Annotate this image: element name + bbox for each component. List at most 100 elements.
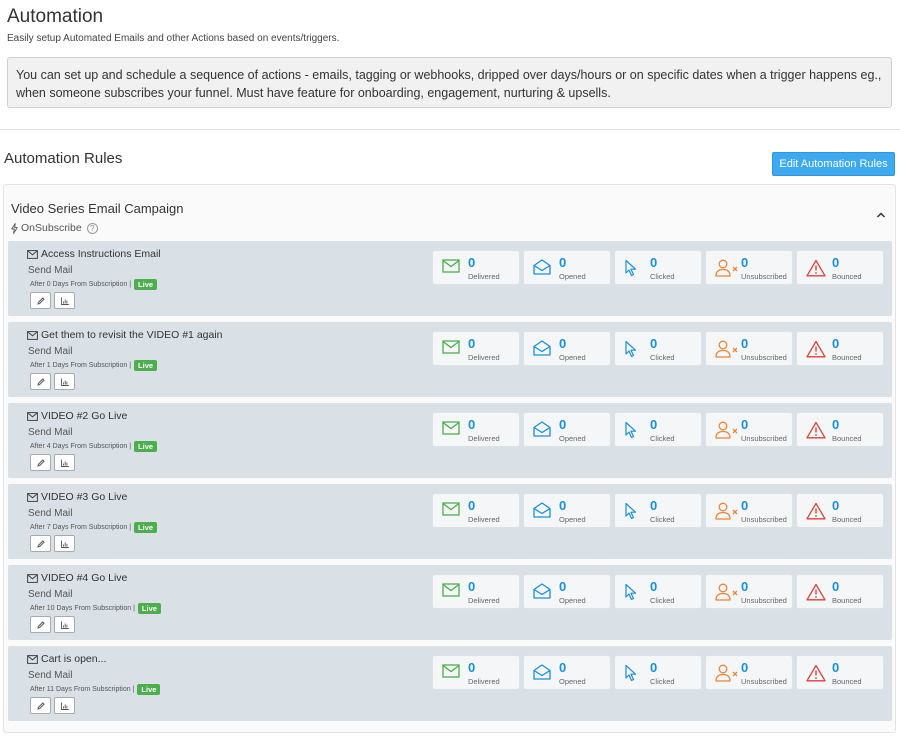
stat-delivered[interactable]: 0 Delivered (432, 493, 520, 528)
envelope-open-icon (533, 259, 551, 275)
stat-value: 0 (832, 336, 840, 351)
rule-report-button[interactable] (54, 616, 75, 633)
stat-bounced[interactable]: 0 Bounced (796, 574, 884, 609)
stat-value: 0 (468, 417, 476, 432)
rule-action: Send Mail (28, 670, 73, 681)
stat-opened[interactable]: 0 Opened (523, 493, 611, 528)
stat-label: Delivered (468, 515, 500, 524)
edit-rule-button[interactable] (30, 373, 51, 390)
stat-value: 0 (468, 660, 476, 675)
stat-opened[interactable]: 0 Opened (523, 412, 611, 447)
stat-delivered[interactable]: 0 Delivered (432, 412, 520, 447)
stat-label: Unsubscribed (741, 434, 787, 443)
stat-bounced[interactable]: 0 Bounced (796, 412, 884, 447)
edit-automation-rules-button[interactable]: Edit Automation Rules (772, 152, 895, 176)
rule-report-button[interactable] (54, 292, 75, 309)
stat-unsubscribed[interactable]: 0 Unsubscribed (705, 250, 793, 285)
stat-opened[interactable]: 0 Opened (523, 331, 611, 366)
automation-rule-6: Cart is open... Send Mail After 11 Days … (8, 646, 892, 721)
rule-schedule: After 0 Days From Subscription | Live (30, 279, 158, 290)
stat-opened[interactable]: 0 Opened (523, 655, 611, 690)
rule-schedule: After 10 Days From Subscription | Live (30, 603, 161, 614)
rule-report-button[interactable] (54, 373, 75, 390)
edit-rule-button[interactable] (30, 616, 51, 633)
stat-label: Bounced (832, 677, 862, 686)
envelope-icon (27, 249, 38, 259)
stat-unsubscribed[interactable]: 0 Unsubscribed (705, 574, 793, 609)
edit-rule-button[interactable] (30, 535, 51, 552)
rule-schedule: After 7 Days From Subscription | Live (30, 522, 158, 533)
status-badge: Live (134, 360, 158, 371)
help-icon[interactable]: ? (86, 222, 98, 234)
stat-value: 0 (650, 579, 658, 594)
stat-value: 0 (741, 255, 749, 270)
campaign-title: Video Series Email Campaign (11, 201, 184, 216)
rule-action: Send Mail (28, 427, 73, 438)
stat-label: Unsubscribed (741, 515, 787, 524)
stat-opened[interactable]: 0 Opened (523, 574, 611, 609)
stat-label: Delivered (468, 677, 500, 686)
divider (0, 129, 900, 130)
stat-label: Opened (559, 434, 586, 443)
rule-title-text: Get them to revisit the VIDEO #1 again (41, 329, 223, 341)
stat-delivered[interactable]: 0 Delivered (432, 574, 520, 609)
envelope-icon (27, 492, 38, 502)
stat-value: 0 (832, 498, 840, 513)
stat-value: 0 (559, 255, 567, 270)
pencil-icon (36, 296, 45, 305)
user-remove-icon (715, 259, 738, 277)
stat-unsubscribed[interactable]: 0 Unsubscribed (705, 493, 793, 528)
envelope-open-icon (533, 583, 551, 599)
user-remove-icon (715, 340, 738, 358)
stat-clicked[interactable]: 0 Clicked (614, 250, 702, 285)
stat-label: Opened (559, 353, 586, 362)
stat-clicked[interactable]: 0 Clicked (614, 655, 702, 690)
rule-report-button[interactable] (54, 535, 75, 552)
bar-chart-icon (60, 540, 69, 548)
stat-delivered[interactable]: 0 Delivered (432, 655, 520, 690)
stat-clicked[interactable]: 0 Clicked (614, 412, 702, 447)
automation-rule-4: VIDEO #3 Go Live Send Mail After 7 Days … (8, 484, 892, 559)
stat-bounced[interactable]: 0 Bounced (796, 655, 884, 690)
cursor-icon (625, 502, 637, 520)
rule-report-button[interactable] (54, 454, 75, 471)
page-title: Automation (7, 6, 104, 27)
warning-icon (806, 421, 826, 439)
rule-schedule: After 4 Days From Subscription | Live (30, 441, 158, 452)
stat-bounced[interactable]: 0 Bounced (796, 331, 884, 366)
envelope-icon (27, 573, 38, 583)
stat-delivered[interactable]: 0 Delivered (432, 331, 520, 366)
rule-action: Send Mail (28, 508, 73, 519)
stat-unsubscribed[interactable]: 0 Unsubscribed (705, 655, 793, 690)
chevron-up-icon[interactable] (876, 211, 886, 219)
rule-title-text: VIDEO #2 Go Live (41, 410, 128, 422)
automation-rule-2: Get them to revisit the VIDEO #1 again S… (8, 322, 892, 397)
stat-clicked[interactable]: 0 Clicked (614, 574, 702, 609)
status-badge: Live (134, 522, 158, 533)
stat-label: Unsubscribed (741, 353, 787, 362)
bar-chart-icon (60, 702, 69, 710)
rule-report-button[interactable] (54, 697, 75, 714)
stat-bounced[interactable]: 0 Bounced (796, 250, 884, 285)
stat-value: 0 (832, 660, 840, 675)
stat-bounced[interactable]: 0 Bounced (796, 493, 884, 528)
edit-rule-button[interactable] (30, 292, 51, 309)
envelope-icon (27, 411, 38, 421)
stat-unsubscribed[interactable]: 0 Unsubscribed (705, 331, 793, 366)
stat-clicked[interactable]: 0 Clicked (614, 331, 702, 366)
stat-label: Bounced (832, 353, 862, 362)
cursor-icon (625, 259, 637, 277)
envelope-icon (442, 340, 460, 354)
edit-rule-button[interactable] (30, 697, 51, 714)
stat-delivered[interactable]: 0 Delivered (432, 250, 520, 285)
envelope-open-icon (533, 502, 551, 518)
bar-chart-icon (60, 459, 69, 467)
stat-value: 0 (650, 417, 658, 432)
stat-clicked[interactable]: 0 Clicked (614, 493, 702, 528)
edit-rule-button[interactable] (30, 454, 51, 471)
envelope-open-icon (533, 664, 551, 680)
envelope-icon (27, 330, 38, 340)
stat-unsubscribed[interactable]: 0 Unsubscribed (705, 412, 793, 447)
stat-opened[interactable]: 0 Opened (523, 250, 611, 285)
rule-schedule-text: After 7 Days From Subscription | (30, 524, 132, 531)
